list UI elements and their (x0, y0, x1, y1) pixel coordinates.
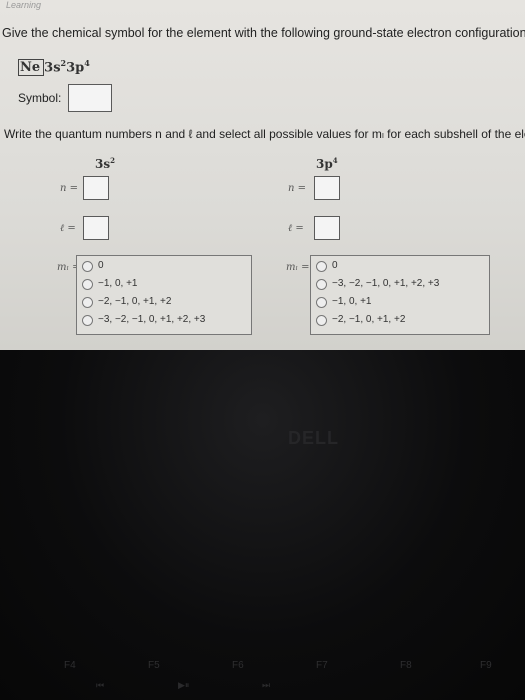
m-option-3p-label: −1, 0, +1 (332, 296, 372, 307)
subshell-3p-header: 3p4 (316, 156, 338, 171)
brand-logo: Learning (6, 0, 42, 10)
m-option-3p-label: −3, −2, −1, 0, +1, +2, +3 (332, 278, 440, 289)
question-text: Give the chemical symbol for the element… (2, 26, 525, 40)
play-pause-icon: ▶⏸ (178, 680, 190, 690)
next-track-icon: ⏭ (262, 680, 271, 690)
config-core: Ne (20, 60, 41, 76)
browser-screen: Learning Give the chemical symbol for th… (0, 0, 525, 350)
m-option-3s-radio[interactable] (82, 315, 93, 326)
f5-key: F5 (148, 660, 160, 671)
l-label-3s: ℓ = (60, 223, 76, 234)
dell-logo: DELL (288, 428, 339, 448)
m-option-3s-radio[interactable] (82, 261, 93, 272)
m-option-3s-label: −3, −2, −1, 0, +1, +2, +3 (98, 314, 206, 325)
l-input-3s[interactable] (83, 216, 109, 240)
symbol-label: Symbol: (18, 91, 62, 105)
symbol-input[interactable] (68, 84, 112, 112)
l-input-3p[interactable] (314, 216, 340, 240)
config-p-exp: 4 (84, 58, 90, 68)
config-core-bracket: Ne (18, 59, 42, 77)
f9-key: F9 (480, 660, 492, 671)
n-label-3p: n = (288, 183, 306, 194)
m-option-3s-radio[interactable] (82, 297, 93, 308)
m-option-3s-radio[interactable] (82, 279, 93, 290)
l-label-3p: ℓ = (288, 223, 304, 234)
n-label-3s: n = (60, 183, 78, 194)
m-options-panel-3p: 0 −3, −2, −1, 0, +1, +2, +3 −1, 0, +1 −2… (310, 255, 490, 335)
m-option-3p-label: 0 (332, 260, 338, 271)
m-options-panel-3s: 0 −1, 0, +1 −2, −1, 0, +1, +2 −3, −2, −1… (76, 255, 252, 335)
previous-track-icon: ⏮ (96, 680, 105, 690)
m-option-3s-label: 0 (98, 260, 104, 271)
f7-key: F7 (316, 660, 328, 671)
electron-configuration: Ne​3s23p4 (18, 58, 90, 77)
m-option-3p-radio[interactable] (316, 261, 327, 272)
m-label-3p: mₗ = (286, 262, 310, 273)
m-option-3p-radio[interactable] (316, 279, 327, 290)
config-s: 3s (44, 60, 61, 76)
m-option-3p-radio[interactable] (316, 297, 327, 308)
m-option-3p-radio[interactable] (316, 315, 327, 326)
m-option-3s-label: −1, 0, +1 (98, 278, 138, 289)
subshell-3s-header: 3s2 (95, 156, 115, 171)
n-input-3p[interactable] (314, 176, 340, 200)
m-option-3s-label: −2, −1, 0, +1, +2 (98, 296, 172, 307)
instructions-text: Write the quantum numbers n and ℓ and se… (4, 127, 525, 141)
laptop-bezel (0, 350, 525, 700)
config-p: 3p (66, 60, 85, 76)
f8-key: F8 (400, 660, 412, 671)
n-input-3s[interactable] (83, 176, 109, 200)
f4-key: F4 (64, 660, 76, 671)
m-option-3p-label: −2, −1, 0, +1, +2 (332, 314, 406, 325)
f6-key: F6 (232, 660, 244, 671)
